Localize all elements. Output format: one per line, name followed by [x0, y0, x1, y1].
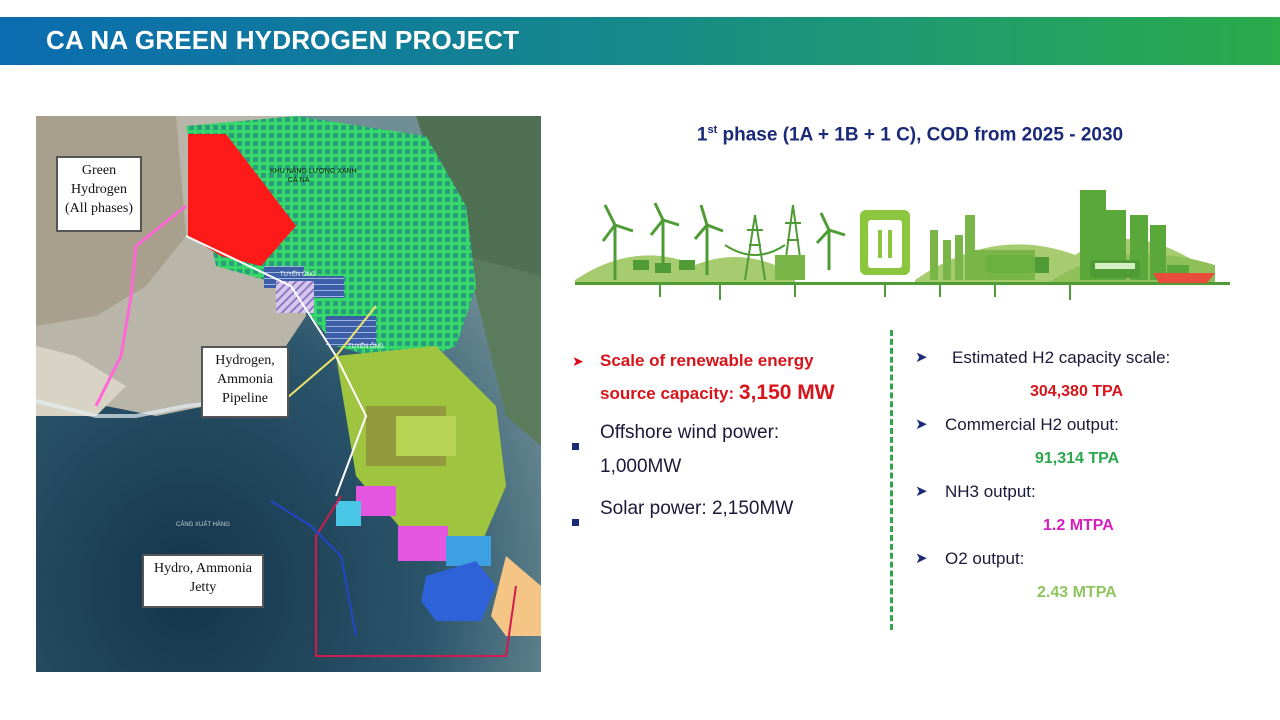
- arrow-bullet-icon: ➤: [915, 416, 928, 433]
- scale-label-line1: Scale of renewable energy: [600, 351, 814, 370]
- callout-jetty-line1: Hydro, Ammonia: [154, 561, 252, 576]
- output-label: O2 output:: [945, 549, 1025, 568]
- output-value: 2.43 MTPA: [1037, 584, 1117, 601]
- vertical-divider: [890, 330, 893, 630]
- callout-jetty: Hydro, Ammonia Jetty: [142, 554, 264, 608]
- solar-label: Solar power: 2,150MW: [600, 498, 794, 519]
- output-o2: ➤ O2 output:: [915, 546, 1255, 580]
- arrow-bullet-icon: ➤: [915, 349, 928, 366]
- output-h2-capacity: ➤ Estimated H2 capacity scale:: [915, 345, 1255, 379]
- square-bullet-icon: [572, 504, 579, 538]
- phase-title: 1st phase (1A + 1B + 1 C), COD from 2025…: [560, 124, 1260, 146]
- scale-label-line2: source capacity:: [600, 384, 739, 403]
- offshore-item: Offshore wind power: 1,000MW: [572, 416, 882, 484]
- callout-pipeline: Hydrogen, Ammonia Pipeline: [201, 346, 289, 418]
- site-map: KHU NĂNG LƯỢNG XANH CÀ NÁ TUYẾN ỐNG TUYẾ…: [36, 116, 541, 672]
- output-label: Estimated H2 capacity scale:: [952, 348, 1171, 367]
- output-label: NH3 output:: [945, 482, 1036, 501]
- square-bullet-icon: [572, 428, 579, 462]
- outputs-list: ➤ Estimated H2 capacity scale: 304,380 T…: [915, 345, 1255, 613]
- output-value: 1.2 MTPA: [1043, 517, 1114, 534]
- callout-jetty-line2: Jetty: [189, 580, 217, 595]
- output-label: Commercial H2 output:: [945, 415, 1119, 434]
- output-value: 91,314 TPA: [1035, 450, 1120, 467]
- capacity-list: ➤ Scale of renewable energy source capac…: [572, 345, 882, 526]
- scale-value: 3,150 MW: [738, 381, 835, 404]
- callout-green-hydrogen-line3: (All phases): [64, 201, 134, 216]
- arrow-bullet-icon: ➤: [572, 353, 584, 369]
- callout-green-hydrogen-line1: Green: [81, 163, 117, 178]
- phase-text: phase (1A + 1B + 1 C), COD from 2025 - 2…: [717, 124, 1124, 146]
- callout-pipeline-line1: Hydrogen,: [215, 353, 275, 368]
- arrow-bullet-icon: ➤: [915, 483, 928, 500]
- zone-label-line2: CÀ NÁ: [288, 175, 310, 184]
- output-nh3: ➤ NH3 output:: [915, 479, 1255, 513]
- title-bar: CA NA GREEN HYDROGEN PROJECT: [0, 17, 1280, 65]
- output-value: 304,380 TPA: [1030, 383, 1124, 400]
- arrow-bullet-icon: ➤: [915, 550, 928, 567]
- route-label-1: TUYẾN ỐNG: [280, 271, 316, 278]
- offshore-value: 1,000MW: [600, 456, 682, 477]
- slide-title: CA NA GREEN HYDROGEN PROJECT: [46, 25, 520, 55]
- callout-green-hydrogen-line2: Hydrogen: [71, 182, 127, 197]
- callout-pipeline-line3: Pipeline: [222, 391, 268, 406]
- scale-item: ➤ Scale of renewable energy source capac…: [572, 345, 882, 410]
- route-label-2: TUYẾN ỐNG: [348, 343, 384, 350]
- callout-pipeline-line2: Ammonia: [217, 372, 273, 387]
- callout-green-hydrogen: Green Hydrogen (All phases): [56, 156, 142, 232]
- zone-label-line1: KHU NĂNG LƯỢNG XANH: [270, 166, 357, 175]
- phase-ordinal: 1: [696, 124, 708, 146]
- solar-item: Solar power: 2,150MW: [572, 492, 882, 526]
- port-label: CẢNG XUẤT HÀNG: [176, 521, 230, 528]
- offshore-label: Offshore wind power:: [600, 422, 780, 443]
- scale-line2: source capacity: 3,150 MW: [600, 377, 882, 410]
- output-commercial-h2: ➤ Commercial H2 output:: [915, 412, 1255, 446]
- renewable-energy-illustration: [575, 190, 1230, 300]
- phase-ordinal-suffix: st: [707, 124, 718, 136]
